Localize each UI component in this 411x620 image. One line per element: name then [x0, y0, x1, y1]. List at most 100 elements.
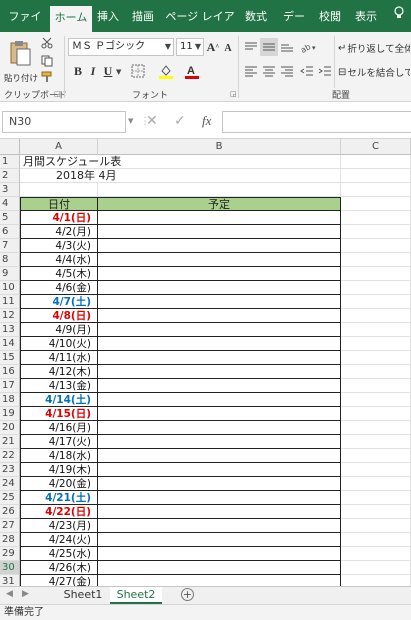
- cell-b[interactable]: [98, 155, 341, 169]
- cell-c[interactable]: [341, 225, 411, 239]
- date-cell[interactable]: 4/20(金): [20, 477, 98, 491]
- clipboard-launcher-icon[interactable]: ◲: [54, 90, 61, 98]
- cell-c[interactable]: [341, 323, 411, 337]
- date-cell[interactable]: 4/15(日): [20, 407, 98, 421]
- plan-cell[interactable]: [98, 225, 341, 239]
- cell-c[interactable]: [341, 421, 411, 435]
- paste-button[interactable]: [6, 36, 34, 70]
- date-cell[interactable]: 4/9(月): [20, 323, 98, 337]
- tab-insert[interactable]: 挿入: [94, 0, 122, 32]
- date-cell[interactable]: 4/16(月): [20, 421, 98, 435]
- row-header[interactable]: 18: [0, 393, 20, 407]
- worksheet-grid[interactable]: A B C 1 月間スケジュール表 2 2018年 4月 3 4 日付 予定 5 4/1(日) 6 4…: [0, 139, 411, 586]
- cell-c[interactable]: [341, 295, 411, 309]
- fill-color-icon[interactable]: [156, 62, 176, 80]
- tab-review[interactable]: 校閲: [316, 0, 344, 32]
- date-cell[interactable]: 4/4(水): [20, 253, 98, 267]
- cell-c[interactable]: [341, 561, 411, 575]
- enter-icon[interactable]: ✓: [174, 113, 186, 129]
- cell-c[interactable]: [341, 379, 411, 393]
- row-header[interactable]: 8: [0, 253, 20, 267]
- plan-cell[interactable]: [98, 351, 341, 365]
- row-header[interactable]: 20: [0, 421, 20, 435]
- row-header[interactable]: 17: [0, 379, 20, 393]
- plan-cell[interactable]: [98, 421, 341, 435]
- align-bottom-icon[interactable]: [278, 38, 296, 56]
- sheet-title[interactable]: 月間スケジュール表: [20, 155, 121, 169]
- plan-cell[interactable]: [98, 295, 341, 309]
- date-cell[interactable]: 4/7(土): [20, 295, 98, 309]
- column-header-a[interactable]: A: [20, 139, 98, 155]
- tab-formulas[interactable]: 数式: [242, 0, 270, 32]
- decrease-indent-icon[interactable]: [298, 62, 316, 80]
- tab-draw[interactable]: 描画: [128, 0, 158, 32]
- date-cell[interactable]: 4/19(木): [20, 463, 98, 477]
- row-header[interactable]: 2: [0, 169, 20, 183]
- cell-b[interactable]: [98, 169, 341, 183]
- name-box[interactable]: N30: [2, 111, 126, 133]
- cell-c[interactable]: [341, 211, 411, 225]
- date-cell[interactable]: 4/8(日): [20, 309, 98, 323]
- column-header-b[interactable]: B: [98, 139, 341, 155]
- sheet-month[interactable]: 2018年 4月: [20, 169, 117, 183]
- plan-cell[interactable]: [98, 281, 341, 295]
- wrap-text-button[interactable]: ↵折り返して全体を: [338, 40, 410, 56]
- row-header[interactable]: 13: [0, 323, 20, 337]
- row-header[interactable]: 3: [0, 183, 20, 197]
- cancel-icon[interactable]: ✕: [146, 113, 158, 129]
- plan-cell[interactable]: [98, 533, 341, 547]
- scroll-tabs-left-icon[interactable]: ◀: [6, 589, 13, 599]
- cell-c[interactable]: [341, 533, 411, 547]
- row-header[interactable]: 14: [0, 337, 20, 351]
- orientation-icon[interactable]: ab ▾: [298, 38, 320, 56]
- cell-c[interactable]: [341, 169, 411, 183]
- select-all-corner[interactable]: [0, 139, 20, 155]
- row-header[interactable]: 12: [0, 309, 20, 323]
- cell-c[interactable]: [341, 183, 411, 197]
- row-header[interactable]: 30: [0, 561, 20, 575]
- merge-center-button[interactable]: ⊟セルを結合して中: [338, 64, 410, 80]
- format-painter-icon[interactable]: [40, 70, 54, 84]
- formula-input[interactable]: [222, 111, 411, 133]
- row-header[interactable]: 31: [0, 575, 20, 586]
- scroll-tabs-right-icon[interactable]: ▶: [22, 589, 29, 599]
- row-header[interactable]: 22: [0, 449, 20, 463]
- tab-page-layout[interactable]: ページ レイアウト: [162, 0, 238, 57]
- cell-c[interactable]: [341, 239, 411, 253]
- cell-c[interactable]: [341, 575, 411, 586]
- plan-cell[interactable]: [98, 435, 341, 449]
- date-cell[interactable]: 4/23(月): [20, 519, 98, 533]
- plan-cell[interactable]: [98, 309, 341, 323]
- plan-cell[interactable]: [98, 267, 341, 281]
- date-cell[interactable]: 4/25(水): [20, 547, 98, 561]
- italic-button[interactable]: I: [86, 62, 100, 80]
- plan-cell[interactable]: [98, 561, 341, 575]
- row-header[interactable]: 16: [0, 365, 20, 379]
- paste-label[interactable]: 貼り付け: [2, 72, 40, 84]
- plan-cell[interactable]: [98, 491, 341, 505]
- insert-function-icon[interactable]: fx: [202, 113, 211, 129]
- cell-c[interactable]: [341, 155, 411, 169]
- date-cell[interactable]: 4/18(水): [20, 449, 98, 463]
- cell-c[interactable]: [341, 547, 411, 561]
- cell-c[interactable]: [341, 407, 411, 421]
- plan-cell[interactable]: [98, 519, 341, 533]
- row-header[interactable]: 1: [0, 155, 20, 169]
- bold-button[interactable]: B: [70, 62, 86, 80]
- sheet-tab-sheet1[interactable]: Sheet1: [58, 587, 108, 604]
- tab-home[interactable]: ホーム: [50, 6, 92, 32]
- sheet-tab-sheet2[interactable]: Sheet2: [110, 587, 162, 604]
- shrink-font-icon[interactable]: A: [222, 40, 234, 56]
- row-header[interactable]: 6: [0, 225, 20, 239]
- row-header[interactable]: 15: [0, 351, 20, 365]
- add-sheet-icon[interactable]: +: [181, 588, 194, 601]
- chevron-down-icon[interactable]: ▼: [116, 68, 121, 76]
- date-cell[interactable]: 4/10(火): [20, 337, 98, 351]
- cell-b[interactable]: [98, 183, 341, 197]
- cell-c[interactable]: [341, 253, 411, 267]
- date-cell[interactable]: 4/11(水): [20, 351, 98, 365]
- date-cell[interactable]: 4/2(月): [20, 225, 98, 239]
- tab-file[interactable]: ファイル: [4, 0, 46, 57]
- cell-c[interactable]: [341, 337, 411, 351]
- row-header[interactable]: 21: [0, 435, 20, 449]
